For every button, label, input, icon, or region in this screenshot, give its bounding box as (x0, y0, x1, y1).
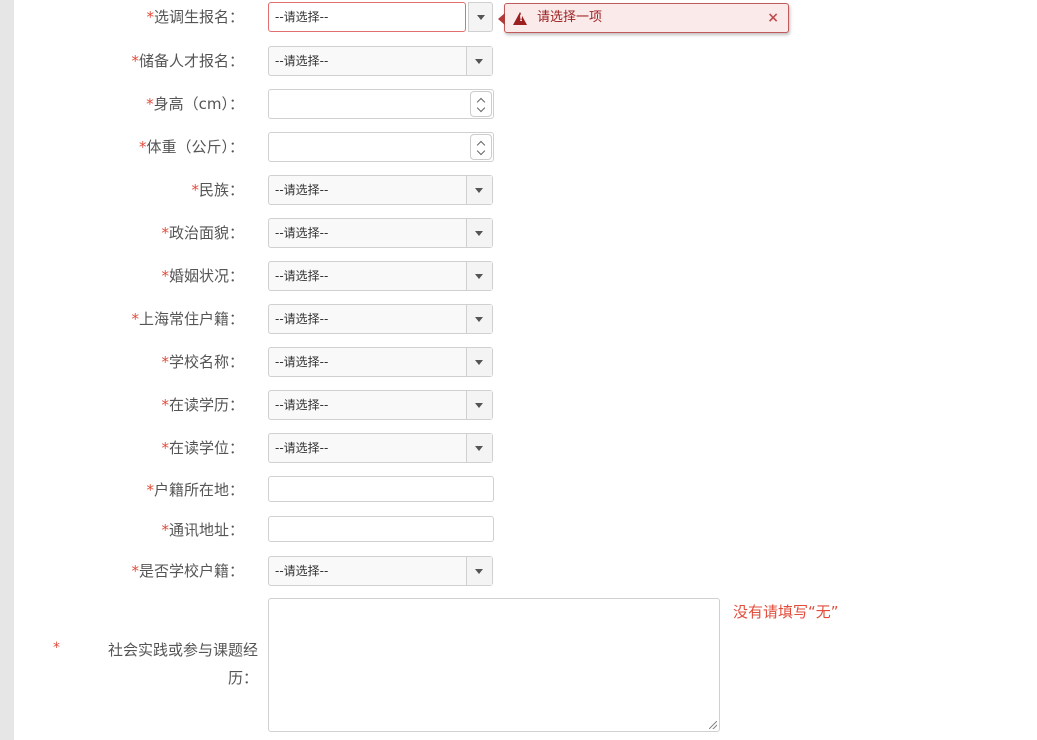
row-hukou-location: *户籍所在地： (0, 474, 800, 508)
row-xuandiaosheng: *选调生报名： --请选择-- ! 请选择一项 × (0, 0, 800, 34)
spinner-icon[interactable] (470, 91, 492, 117)
marital-status-select[interactable]: --请选择-- (268, 261, 493, 291)
xuandiaosheng-select[interactable]: --请选择-- (268, 2, 466, 32)
hukou-location-input[interactable] (268, 476, 494, 502)
school-hukou-select[interactable]: --请选择-- (268, 556, 493, 586)
chevron-down-icon[interactable] (466, 219, 492, 247)
spinner-icon[interactable] (470, 134, 492, 160)
chevron-down-icon[interactable] (466, 557, 492, 585)
practice-label: 社会实践或参与课题经历： (107, 641, 258, 687)
row-school-hukou: *是否学校户籍： --请选择-- (0, 554, 800, 588)
shanghai-hukou-select[interactable]: --请选择-- (268, 304, 493, 334)
weight-input[interactable] (268, 132, 494, 162)
warning-icon: ! (513, 12, 527, 25)
chevron-down-icon[interactable] (466, 434, 492, 462)
chubeirencai-select[interactable]: --请选择-- (268, 46, 493, 76)
political-status-select[interactable]: --请选择-- (268, 218, 493, 248)
practice-hint: 没有请填写“无” (733, 603, 839, 621)
school-select[interactable]: --请选择-- (268, 347, 493, 377)
row-address: *通讯地址： (0, 514, 800, 548)
address-input[interactable] (268, 516, 494, 542)
required-mark: * (53, 640, 60, 656)
row-ethnicity: *民族： --请选择-- (0, 173, 800, 207)
row-weight: *体重（公斤）： (0, 130, 800, 164)
row-marital: *婚姻状况： --请选择-- (0, 259, 800, 293)
row-degree: *在读学位： --请选择-- (0, 431, 800, 465)
row-shanghai-hukou: *上海常住户籍： --请选择-- (0, 302, 800, 336)
education-select[interactable]: --请选择-- (268, 390, 493, 420)
chevron-down-icon[interactable] (468, 2, 493, 32)
row-political: *政治面貌： --请选择-- (0, 216, 800, 250)
chevron-down-icon[interactable] (466, 176, 492, 204)
field-label: *选调生报名： (146, 8, 244, 26)
chevron-down-icon[interactable] (466, 47, 492, 75)
chevron-down-icon[interactable] (466, 305, 492, 333)
height-input[interactable] (268, 89, 494, 119)
chevron-down-icon[interactable] (466, 391, 492, 419)
tooltip-message: 请选择一项 (537, 10, 603, 25)
ethnicity-select[interactable]: --请选择-- (268, 175, 493, 205)
row-school: *学校名称： --请选择-- (0, 345, 800, 379)
row-education: *在读学历： --请选择-- (0, 388, 800, 422)
chevron-down-icon[interactable] (466, 262, 492, 290)
degree-select[interactable]: --请选择-- (268, 433, 493, 463)
chevron-down-icon[interactable] (466, 348, 492, 376)
tooltip-pointer (498, 13, 505, 25)
validation-tooltip: ! 请选择一项 × (498, 3, 789, 33)
resize-handle-icon[interactable] (709, 721, 717, 729)
practice-textarea[interactable] (268, 598, 720, 732)
row-chubeirencai: *储备人才报名： --请选择-- (0, 44, 800, 78)
close-icon[interactable]: × (767, 4, 779, 32)
row-height: *身高（cm）： (0, 87, 800, 121)
